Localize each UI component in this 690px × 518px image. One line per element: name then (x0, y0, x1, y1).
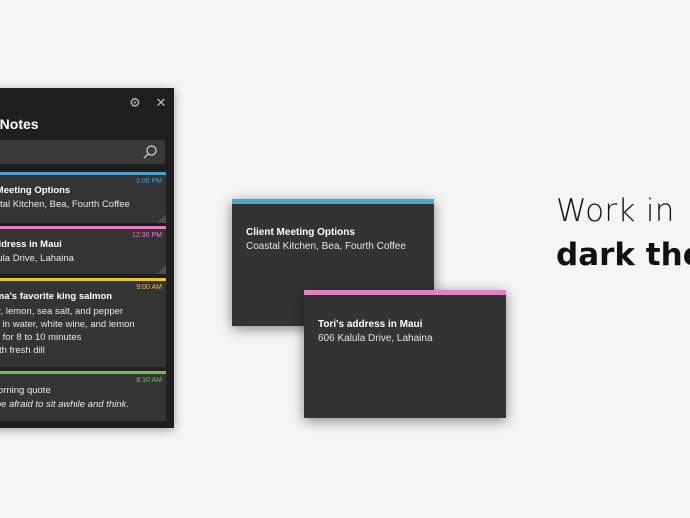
app-title: y Notes (0, 116, 39, 132)
note-color-bar (0, 278, 166, 281)
note-line: alula Drive, Lahaina (0, 253, 74, 264)
note-item[interactable]: 8:10 AM morning quote r be afraid to sit… (0, 371, 166, 421)
note-color-bar (0, 226, 166, 229)
note-fold (157, 214, 166, 223)
note-title: morning quote (0, 385, 51, 396)
gear-icon[interactable]: ⚙ (128, 96, 142, 110)
note-title: address in Maui (0, 239, 62, 250)
note-color-bar (0, 371, 166, 374)
close-icon[interactable]: ✕ (154, 96, 168, 110)
card-line: 606 Kalula Drive, Lahaina (318, 333, 433, 344)
sticky-notes-window: ⚙ ✕ y Notes h 3:00 PM t Meeting Options … (0, 88, 174, 428)
card-color-bar (232, 199, 434, 204)
note-title: t Meeting Options (0, 185, 71, 196)
card-color-bar (304, 290, 506, 295)
search-input[interactable]: h (0, 140, 165, 164)
card-title: Client Meeting Options (246, 227, 355, 238)
headline-line-1: Work in (556, 193, 675, 229)
note-item[interactable]: 12:30 PM address in Maui alula Drive, La… (0, 226, 166, 274)
search-icon[interactable] (142, 144, 158, 160)
note-line: ter, lemon, sea salt, and pepper (0, 306, 124, 317)
note-line: astal Kitchen, Bea, Fourth Coffee (0, 199, 130, 210)
note-time: 3:00 PM (135, 178, 162, 185)
note-card[interactable]: Tori's address in Maui 606 Kalula Drive,… (304, 290, 506, 418)
note-fold (157, 265, 166, 274)
card-line: Coastal Kitchen, Bea, Fourth Coffee (246, 241, 406, 252)
note-time: 12:30 PM (132, 232, 162, 239)
note-item[interactable]: 9:00 AM dma's favorite king salmon ter, … (0, 278, 166, 367)
note-line: with fresh dill (0, 345, 45, 356)
note-title: dma's favorite king salmon (0, 291, 113, 302)
note-line: ok for 8 to 10 minutes (0, 332, 82, 343)
headline-line-2: dark ther (556, 237, 690, 273)
note-line: ch in water, white wine, and lemon (0, 319, 135, 330)
note-time: 8:10 AM (136, 377, 162, 384)
card-title: Tori's address in Maui (318, 319, 423, 330)
note-color-bar (0, 172, 166, 175)
note-line: r be afraid to sit awhile and think. (0, 399, 129, 410)
note-item[interactable]: 3:00 PM t Meeting Options astal Kitchen,… (0, 172, 166, 223)
note-time: 9:00 AM (136, 284, 162, 291)
